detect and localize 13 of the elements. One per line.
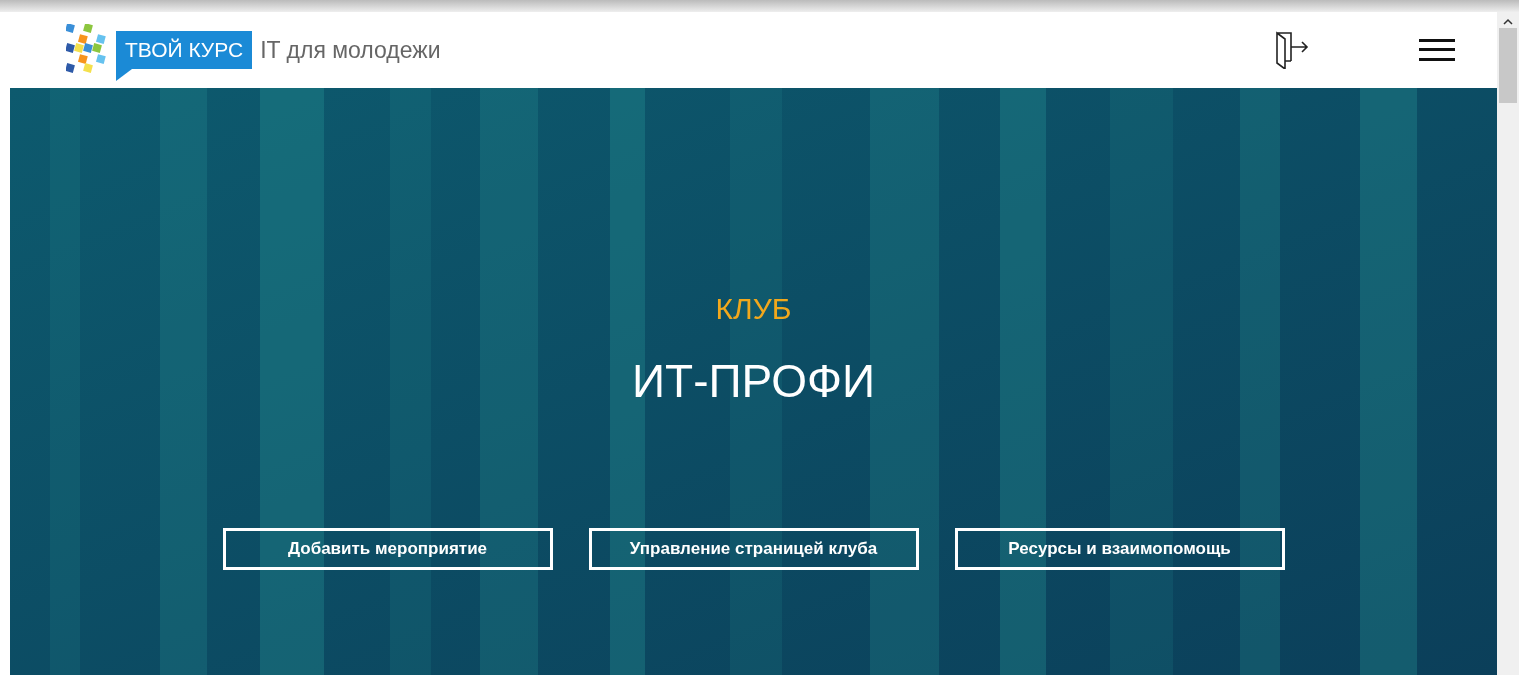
club-kicker: КЛУБ	[714, 291, 793, 327]
logo-icon	[66, 24, 108, 76]
tagline: IT для молодежи	[260, 35, 441, 65]
menu-icon[interactable]	[1419, 38, 1455, 62]
action-button[interactable]: Управление страницей клуба	[588, 528, 919, 570]
action-button[interactable]: Ресурсы и взаимопомощь	[954, 528, 1285, 570]
scrollbar-thumb[interactable]	[1499, 28, 1517, 103]
logout-icon[interactable]	[1273, 31, 1311, 69]
scroll-up-icon[interactable]	[1503, 18, 1513, 26]
action-button[interactable]: Добавить мероприятие	[222, 528, 553, 570]
brand-label[interactable]: ТВОЙ КУРС	[116, 31, 253, 69]
club-title: ИТ-ПРОФИ	[631, 354, 876, 409]
speech-tail-icon	[116, 69, 132, 81]
